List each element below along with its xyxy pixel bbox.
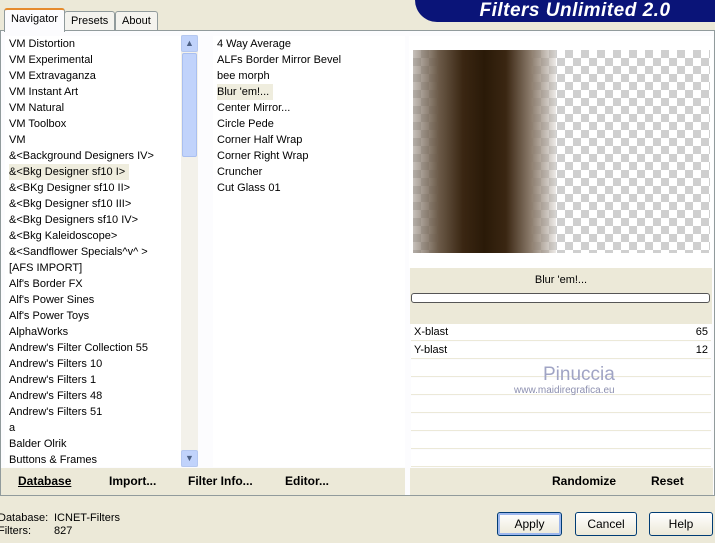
category-item[interactable]: &<Sandflower Specials^v^ >: [9, 246, 148, 258]
parameter-slider[interactable]: Y-blast 12: [411, 342, 711, 359]
category-item[interactable]: Buttons & Frames: [9, 454, 97, 466]
empty-parameter-row: [411, 396, 711, 413]
empty-parameter-row: [411, 450, 711, 467]
database-label: Database:: [0, 512, 49, 524]
filters-count-label: Filters:: [0, 525, 31, 537]
left-button-bar: Database Import... Filter Info... Editor…: [1, 468, 405, 495]
filter-item[interactable]: Circle Pede: [217, 118, 274, 130]
category-item[interactable]: [AFS IMPORT]: [9, 262, 82, 274]
category-item[interactable]: AlphaWorks: [9, 326, 68, 338]
category-scrollbar[interactable]: ▲ ▼: [181, 35, 198, 467]
category-item[interactable]: Alf's Power Sines: [9, 294, 94, 306]
category-list[interactable]: VM Distortion VM Experimental VM Extravaga…: [5, 36, 181, 467]
category-item[interactable]: VM Extravaganza: [9, 70, 96, 82]
filters-count-value: 827: [54, 525, 73, 537]
category-item[interactable]: Andrew's Filters 48: [9, 390, 102, 402]
category-item[interactable]: Andrew's Filters 51: [9, 406, 102, 418]
filter-item[interactable]: Corner Half Wrap: [217, 134, 302, 146]
filter-item[interactable]: Cut Glass 01: [217, 182, 281, 194]
reset-button[interactable]: Reset: [651, 474, 684, 488]
help-button[interactable]: Help: [649, 512, 713, 536]
tab-navigator[interactable]: Navigator: [4, 8, 66, 32]
database-value: ICNET-Filters: [54, 512, 120, 524]
category-item[interactable]: Balder Olrik: [9, 438, 66, 450]
filter-item[interactable]: bee morph: [217, 70, 270, 82]
empty-parameter-row: [411, 432, 711, 449]
filter-item[interactable]: ALFs Border Mirror Bevel: [217, 54, 341, 66]
parameter-value: 12: [695, 344, 708, 356]
filter-list[interactable]: 4 Way Average ALFs Border Mirror Bevel bee…: [213, 36, 405, 467]
category-item[interactable]: VM Distortion: [9, 38, 75, 50]
watermark-url: www.maidiregrafica.eu: [514, 385, 615, 396]
category-item[interactable]: &<Bkg Designer sf10 III>: [9, 198, 131, 210]
category-item[interactable]: VM Toolbox: [9, 118, 66, 130]
category-item[interactable]: VM Experimental: [9, 54, 93, 66]
filter-name-label: Blur 'em!...: [534, 274, 588, 286]
category-item[interactable]: VM Natural: [9, 102, 64, 114]
tab-presets[interactable]: Presets: [64, 11, 116, 31]
parameter-slider[interactable]: X-blast 65: [411, 324, 711, 341]
category-item[interactable]: VM: [9, 134, 26, 146]
category-item[interactable]: &<Background Designers IV>: [9, 150, 154, 162]
filter-item[interactable]: Blur 'em!...: [217, 84, 274, 100]
category-item[interactable]: Alf's Border FX: [9, 278, 83, 290]
category-item[interactable]: &<Bkg Designer sf10 I>: [9, 164, 130, 180]
category-item[interactable]: &<Bkg Designers sf10 IV>: [9, 214, 138, 226]
parameter-label: Y-blast: [414, 344, 448, 356]
watermark-name: Pinuccia: [543, 364, 615, 385]
right-button-bar: Randomize Reset: [410, 468, 713, 495]
category-item[interactable]: Andrew's Filters 1: [9, 374, 96, 386]
scroll-up-icon[interactable]: ▲: [181, 35, 198, 52]
filter-item[interactable]: Cruncher: [217, 166, 262, 178]
filter-item[interactable]: Corner Right Wrap: [217, 150, 309, 162]
tab-about[interactable]: About: [115, 11, 158, 31]
apply-button[interactable]: Apply: [497, 512, 562, 536]
filter-item[interactable]: 4 Way Average: [217, 38, 291, 50]
category-item[interactable]: VM Instant Art: [9, 86, 78, 98]
parameter-value: 65: [695, 326, 708, 338]
category-item[interactable]: a: [9, 422, 15, 434]
category-item[interactable]: Andrew's Filter Collection 55: [9, 342, 148, 354]
database-button[interactable]: Database: [18, 474, 71, 488]
parameter-label: X-blast: [414, 326, 449, 338]
category-item[interactable]: &<Bkg Kaleidoscope>: [9, 230, 117, 242]
cancel-button[interactable]: Cancel: [575, 512, 637, 536]
filter-item[interactable]: Center Mirror...: [217, 102, 290, 114]
filter-info-button[interactable]: Filter Info...: [188, 474, 253, 488]
app-title-banner: Filters Unlimited 2.0: [415, 0, 715, 22]
scroll-down-icon[interactable]: ▼: [181, 450, 198, 467]
progress-bar: [411, 293, 710, 303]
editor-button[interactable]: Editor...: [285, 474, 329, 488]
preview-image: [413, 50, 710, 253]
empty-parameter-row: [411, 414, 711, 431]
scroll-thumb[interactable]: [182, 53, 197, 157]
category-item[interactable]: Andrew's Filters 10: [9, 358, 102, 370]
import-button[interactable]: Import...: [109, 474, 156, 488]
category-item[interactable]: Alf's Power Toys: [9, 310, 89, 322]
category-item[interactable]: &<BKg Designer sf10 II>: [9, 182, 130, 194]
randomize-button[interactable]: Randomize: [552, 474, 616, 488]
